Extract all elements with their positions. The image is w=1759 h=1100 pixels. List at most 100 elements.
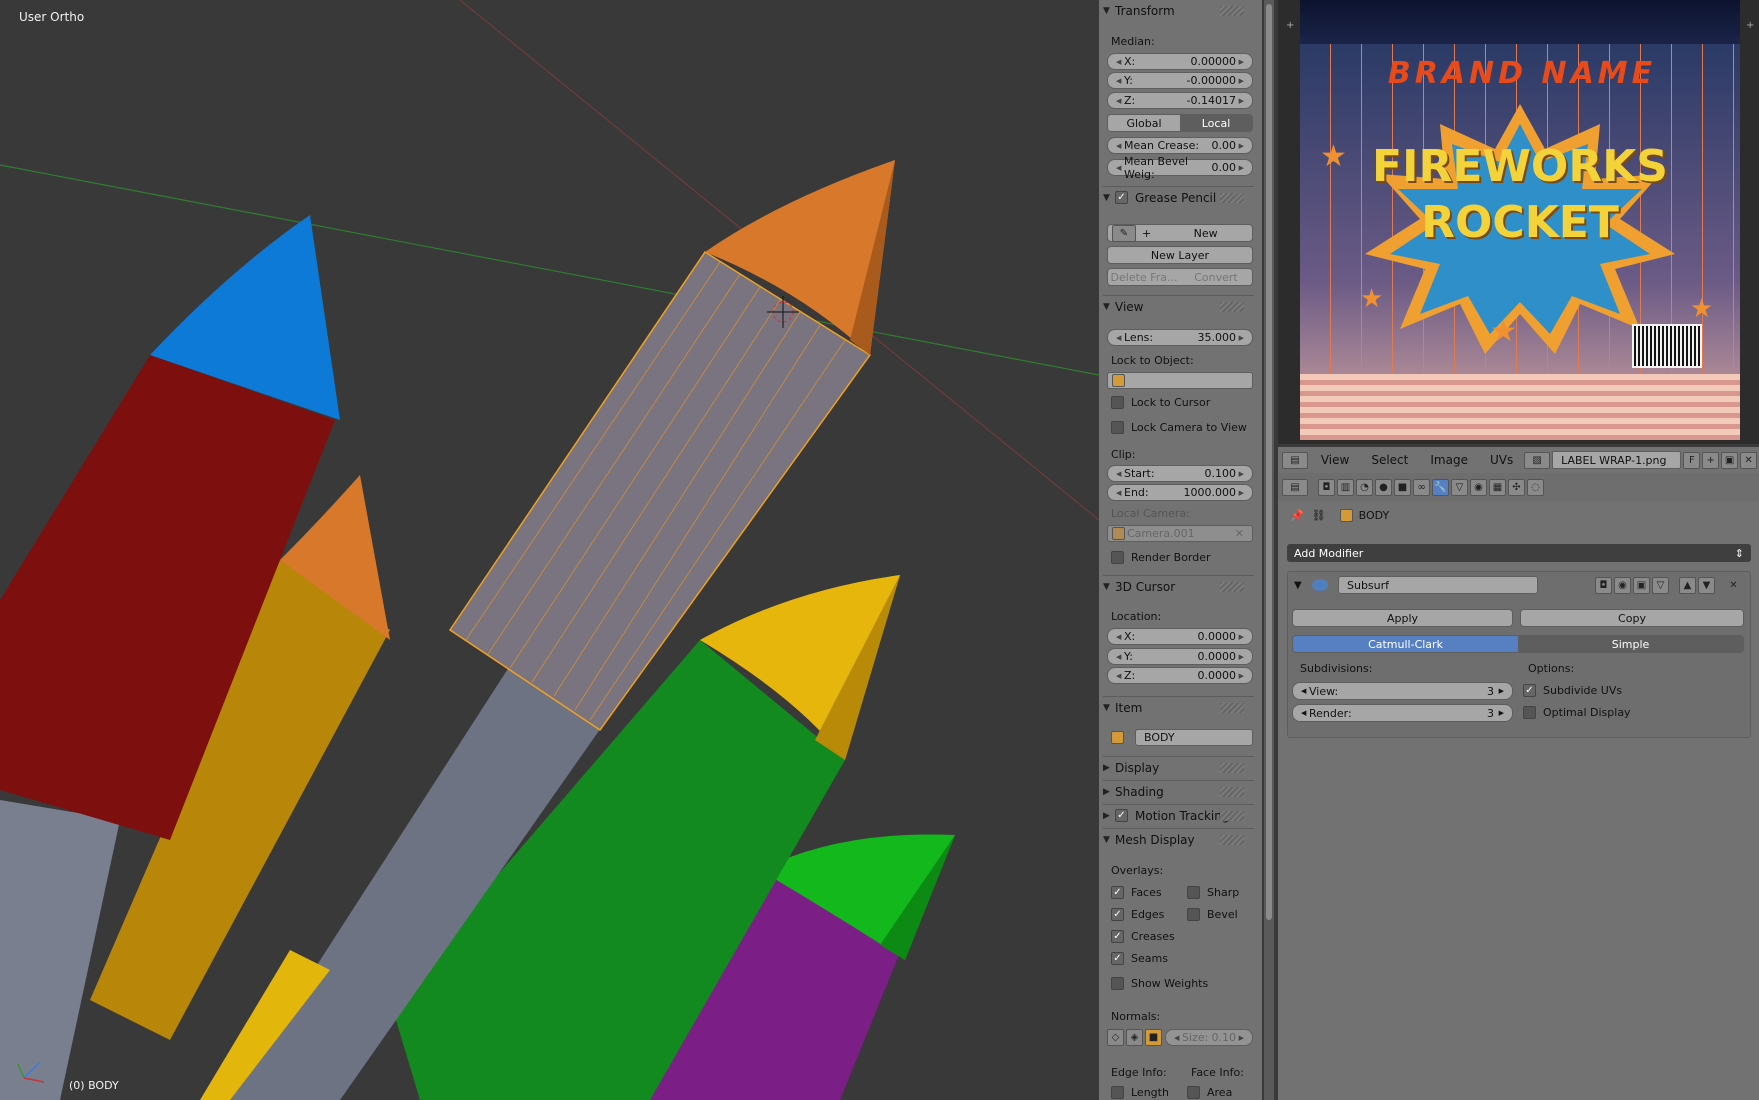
drag-grip-icon[interactable] (1220, 6, 1244, 16)
grease-pencil-new-button[interactable]: ✎ + New (1107, 224, 1253, 242)
apply-button[interactable]: Apply (1292, 609, 1513, 627)
drag-grip-icon[interactable] (1220, 763, 1244, 773)
shelf-scrollbar[interactable] (1264, 0, 1274, 1100)
modifiers-wrench-icon[interactable]: 🔧 (1432, 478, 1449, 496)
sharp-checkbox[interactable]: Sharp (1187, 886, 1239, 899)
drag-grip-icon[interactable] (1220, 193, 1244, 203)
median-y-field[interactable]: ◀ Y: -0.00000 ▶ (1107, 72, 1253, 89)
drag-grip-icon[interactable] (1220, 787, 1244, 797)
texture-tab-icon[interactable]: ▦ (1489, 478, 1506, 496)
item-name-field[interactable]: BODY (1135, 729, 1253, 746)
editmode-toggle-icon[interactable]: ▣ (1633, 576, 1650, 594)
optimal-display-checkbox[interactable]: Optimal Display (1523, 706, 1631, 719)
3d-viewport[interactable]: User Ortho (0) BODY (0, 0, 1099, 1100)
drag-grip-icon[interactable] (1220, 582, 1244, 592)
add-modifier-dropdown[interactable]: Add Modifier ⇕ (1287, 544, 1751, 562)
local-button[interactable]: Local (1180, 115, 1252, 131)
fake-user-button[interactable]: F (1683, 451, 1701, 469)
display-panel-header[interactable]: ▶ Display (1103, 756, 1254, 778)
seams-checkbox[interactable]: ✓ Seams (1111, 952, 1168, 965)
vertex-normals-icon[interactable]: ◇ (1107, 1029, 1124, 1046)
render-subdivisions-field[interactable]: ◀ Render: 3 ▶ (1292, 704, 1513, 722)
median-x-field[interactable]: ◀ X: 0.00000 ▶ (1107, 53, 1253, 70)
render-layers-tab-icon[interactable]: ▥ (1337, 478, 1354, 496)
mean-crease-field[interactable]: ◀ Mean Crease: 0.00 ▶ (1107, 137, 1253, 154)
mesh-display-panel-header[interactable]: ▼ Mesh Display (1103, 828, 1254, 850)
move-up-icon[interactable]: ▲ (1679, 576, 1696, 594)
menu-select[interactable]: Select (1371, 453, 1408, 467)
pin-icon[interactable]: 📌 (1290, 509, 1304, 522)
delete-frame-button[interactable]: Delete Fra... (1108, 269, 1180, 285)
faces-checkbox[interactable]: ✓ Faces (1111, 886, 1162, 899)
local-camera-field[interactable]: Camera.001 ✕ (1107, 525, 1253, 542)
drag-grip-icon[interactable] (1220, 835, 1244, 845)
face-normals-icon[interactable]: ■ (1145, 1029, 1162, 1046)
motion-tracking-panel-header[interactable]: ▶ ✓ Motion Tracking (1103, 804, 1254, 826)
convert-button[interactable]: Convert (1180, 269, 1252, 285)
catmull-clark-button[interactable]: Catmull-Clark (1293, 636, 1518, 652)
drag-grip-icon[interactable] (1220, 302, 1244, 312)
length-checkbox[interactable]: Length (1111, 1086, 1169, 1099)
cursor-y-field[interactable]: ◀ Y: 0.0000 ▶ (1107, 648, 1253, 665)
subdivision-type-toggle[interactable]: Catmull-Clark Simple (1292, 635, 1744, 653)
render-toggle-icon[interactable]: ◘ (1595, 576, 1612, 594)
corner-plus-icon[interactable]: + (1746, 20, 1754, 31)
subdivide-uvs-checkbox[interactable]: ✓ Subdivide UVs (1523, 684, 1622, 697)
world-tab-icon[interactable]: ● (1375, 478, 1392, 496)
image-browse-icon[interactable]: ▧ (1524, 451, 1551, 469)
item-panel-header[interactable]: ▼ Item (1103, 696, 1254, 718)
grease-pencil-panel-header[interactable]: ▼ ✓ Grease Pencil (1103, 186, 1254, 208)
median-z-field[interactable]: ◀ Z: -0.14017 ▶ (1107, 92, 1253, 109)
split-normals-icon[interactable]: ◈ (1126, 1029, 1143, 1046)
viewport-eye-icon[interactable]: ◉ (1614, 576, 1631, 594)
clip-end-field[interactable]: ◀ End: 1000.000 ▶ (1107, 484, 1253, 501)
uv-image-editor[interactable]: BRAND NAME FIREWORKS ROCKET ★ ★ ★ ★ + + (1278, 0, 1759, 444)
menu-image[interactable]: Image (1430, 453, 1468, 467)
menu-view[interactable]: View (1321, 453, 1349, 467)
scrollbar-thumb[interactable] (1266, 4, 1272, 920)
move-down-icon[interactable]: ▼ (1698, 576, 1715, 594)
show-weights-checkbox[interactable]: Show Weights (1111, 977, 1208, 990)
area-checkbox[interactable]: Area (1187, 1086, 1232, 1099)
grease-pencil-checkbox[interactable]: ✓ (1115, 191, 1128, 204)
corner-plus-icon[interactable]: + (1286, 20, 1294, 31)
scene-tab-icon[interactable]: ◔ (1356, 478, 1373, 496)
editor-type-icon[interactable]: ▤ (1282, 478, 1308, 496)
material-tab-icon[interactable]: ◉ (1470, 478, 1487, 496)
lock-camera-to-view-checkbox[interactable]: Lock Camera to View (1111, 421, 1247, 434)
lock-object-field[interactable] (1107, 372, 1253, 389)
normals-size-field[interactable]: ◀ Size: 0.10 ▶ (1165, 1029, 1253, 1046)
creases-checkbox[interactable]: ✓ Creases (1111, 930, 1175, 943)
constraints-tab-icon[interactable]: ∞ (1413, 478, 1430, 496)
menu-uvs[interactable]: UVs (1490, 453, 1513, 467)
cursor-x-field[interactable]: ◀ X: 0.0000 ▶ (1107, 628, 1253, 645)
editor-type-icon[interactable]: ▤ (1282, 451, 1308, 469)
3d-cursor-panel-header[interactable]: ▼ 3D Cursor (1103, 575, 1254, 597)
unlink-x-icon[interactable]: ✕ (1740, 451, 1758, 469)
new-image-icon[interactable]: + (1702, 451, 1720, 469)
motion-tracking-checkbox[interactable]: ✓ (1115, 809, 1128, 822)
object-tab-icon[interactable]: ■ (1394, 478, 1411, 496)
global-button[interactable]: Global (1108, 115, 1180, 131)
new-layer-button[interactable]: New Layer (1107, 246, 1253, 264)
physics-tab-icon[interactable]: ◌ (1527, 478, 1544, 496)
drag-grip-icon[interactable] (1220, 703, 1244, 713)
shading-panel-header[interactable]: ▶ Shading (1103, 780, 1254, 802)
data-tab-icon[interactable]: ▽ (1451, 478, 1468, 496)
clear-x-icon[interactable]: ✕ (1235, 527, 1244, 540)
lock-to-cursor-checkbox[interactable]: Lock to Cursor (1111, 396, 1210, 409)
cursor-z-field[interactable]: ◀ Z: 0.0000 ▶ (1107, 667, 1253, 684)
modifier-name-field[interactable]: Subsurf (1338, 576, 1538, 594)
render-border-checkbox[interactable]: Render Border (1111, 551, 1211, 564)
image-name-field[interactable]: LABEL WRAP-1.png (1552, 451, 1682, 469)
copy-button[interactable]: Copy (1520, 609, 1744, 627)
simple-button[interactable]: Simple (1518, 636, 1743, 652)
render-tab-icon[interactable]: ◘ (1318, 478, 1335, 496)
clip-start-field[interactable]: ◀ Start: 0.100 ▶ (1107, 465, 1253, 482)
open-image-icon[interactable]: ▣ (1721, 451, 1739, 469)
space-toggle[interactable]: Global Local (1107, 114, 1253, 132)
drag-grip-icon[interactable] (1220, 811, 1244, 821)
view-panel-header[interactable]: ▼ View (1103, 295, 1254, 317)
collapse-triangle-icon[interactable]: ▼ (1294, 580, 1312, 591)
mean-bevel-field[interactable]: ◀ Mean Bevel Weig: 0.00 ▶ (1107, 155, 1253, 181)
